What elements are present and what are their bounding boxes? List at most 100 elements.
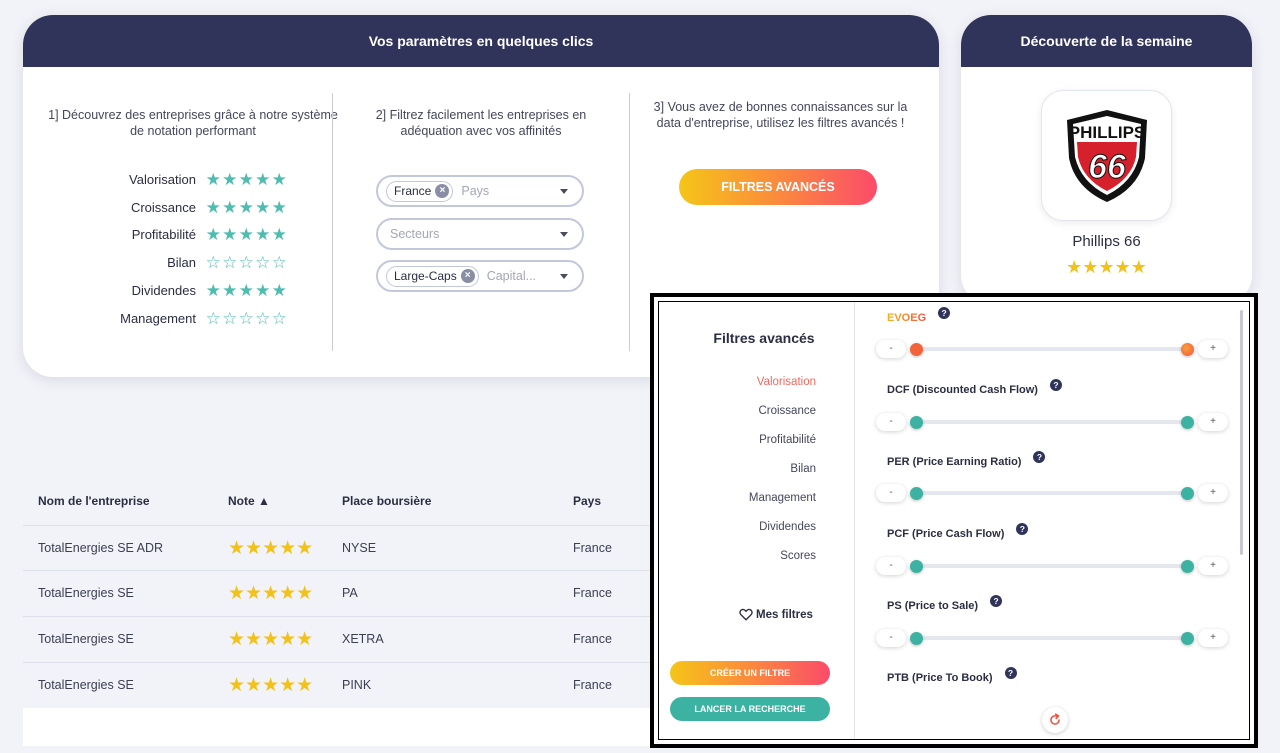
company-logo[interactable]: PHILLIPS 66	[1041, 90, 1172, 221]
cell-name[interactable]: TotalEnergies SE	[38, 632, 134, 646]
create-filter-button[interactable]: CRÉER UN FILTRE	[670, 661, 830, 685]
cell-name[interactable]: TotalEnergies SE	[38, 586, 134, 600]
table-row[interactable]: TotalEnergies SE ★★★★★ XETRA France	[23, 616, 663, 662]
slider-track[interactable]	[916, 420, 1188, 424]
star-filled-icon[interactable]: ★	[222, 282, 239, 299]
star-outline-icon[interactable]: ☆	[205, 310, 222, 327]
help-icon[interactable]: ?	[1049, 379, 1062, 391]
star-filled-icon[interactable]: ★	[205, 171, 222, 188]
slider-max-handle[interactable]	[1181, 343, 1194, 356]
decrease-button[interactable]: -	[876, 340, 906, 358]
help-icon[interactable]: ?	[1033, 451, 1046, 463]
cell-name[interactable]: TotalEnergies SE	[38, 678, 134, 692]
star-filled-icon[interactable]: ★	[255, 171, 272, 188]
star-filled-icon[interactable]: ★	[238, 282, 255, 299]
column-header-note[interactable]: Note ▲	[228, 494, 270, 508]
rating-stars[interactable]: ★ ★ ★ ★ ★	[205, 171, 288, 188]
cell-name[interactable]: TotalEnergies SE ADR	[38, 541, 163, 555]
increase-button[interactable]: +	[1198, 484, 1228, 502]
star-outline-icon[interactable]: ☆	[255, 310, 272, 327]
star-filled-icon[interactable]: ★	[205, 226, 222, 243]
star-outline-icon[interactable]: ☆	[222, 310, 239, 327]
rating-row[interactable]: Profitabilité ★ ★ ★ ★ ★	[48, 224, 348, 244]
rating-row[interactable]: Management ☆ ☆ ☆ ☆ ☆	[48, 308, 348, 328]
star-filled-icon[interactable]: ★	[222, 199, 239, 216]
slider-track[interactable]	[916, 491, 1188, 495]
help-icon[interactable]: ?	[1016, 523, 1029, 535]
slider-min-handle[interactable]	[910, 560, 923, 573]
slider-min-handle[interactable]	[910, 487, 923, 500]
slider-max-handle[interactable]	[1181, 487, 1194, 500]
slider-max-handle[interactable]	[1181, 632, 1194, 645]
column-header-country[interactable]: Pays	[573, 494, 601, 508]
rating-row[interactable]: Croissance ★ ★ ★ ★ ★	[48, 197, 348, 217]
table-row[interactable]: TotalEnergies SE ★★★★★ PINK France	[23, 662, 663, 708]
star-filled-icon[interactable]: ★	[255, 282, 272, 299]
nav-bilan[interactable]: Bilan	[790, 463, 816, 475]
star-outline-icon[interactable]: ☆	[222, 254, 239, 271]
per-range-slider[interactable]: - +	[876, 484, 1228, 504]
help-icon[interactable]: ?	[938, 307, 951, 319]
ps-range-slider[interactable]: - +	[876, 629, 1228, 649]
increase-button[interactable]: +	[1198, 340, 1228, 358]
nav-dividendes[interactable]: Dividendes	[759, 521, 816, 533]
criteria-scrollbar[interactable]	[1240, 310, 1243, 555]
rating-stars[interactable]: ★ ★ ★ ★ ★	[205, 226, 288, 243]
rating-stars[interactable]: ★ ★ ★ ★ ★	[205, 199, 288, 216]
dcf-range-slider[interactable]: - +	[876, 413, 1228, 433]
star-filled-icon[interactable]: ★	[238, 199, 255, 216]
star-filled-icon[interactable]: ★	[271, 226, 288, 243]
slider-min-handle[interactable]	[910, 343, 923, 356]
column-header-exchange[interactable]: Place boursière	[342, 494, 431, 508]
slider-track[interactable]	[916, 636, 1188, 640]
nav-croissance[interactable]: Croissance	[758, 405, 816, 417]
sector-select[interactable]: Secteurs	[376, 218, 584, 250]
star-filled-icon[interactable]: ★	[238, 171, 255, 188]
nav-management[interactable]: Management	[749, 492, 816, 504]
slider-min-handle[interactable]	[910, 416, 923, 429]
slider-max-handle[interactable]	[1181, 560, 1194, 573]
star-filled-icon[interactable]: ★	[205, 282, 222, 299]
star-outline-icon[interactable]: ☆	[255, 254, 272, 271]
help-icon[interactable]: ?	[990, 595, 1003, 607]
star-outline-icon[interactable]: ☆	[238, 310, 255, 327]
capitalization-select[interactable]: Large-Caps × Capital...	[376, 260, 584, 292]
decrease-button[interactable]: -	[876, 413, 906, 431]
star-outline-icon[interactable]: ☆	[271, 310, 288, 327]
reset-button[interactable]	[1042, 707, 1068, 733]
launch-search-button[interactable]: LANCER LA RECHERCHE	[670, 697, 830, 721]
help-icon[interactable]: ?	[1004, 667, 1017, 679]
discovery-company-name[interactable]: Phillips 66	[961, 233, 1252, 250]
star-outline-icon[interactable]: ☆	[205, 254, 222, 271]
nav-valorisation[interactable]: Valorisation	[757, 376, 816, 388]
table-row[interactable]: TotalEnergies SE ★★★★★ PA France	[23, 570, 663, 616]
my-filters-link[interactable]: Mes filtres	[739, 608, 813, 621]
slider-track[interactable]	[916, 564, 1188, 568]
star-outline-icon[interactable]: ☆	[238, 254, 255, 271]
decrease-button[interactable]: -	[876, 629, 906, 647]
rating-row[interactable]: Valorisation ★ ★ ★ ★ ★	[48, 169, 348, 189]
star-filled-icon[interactable]: ★	[222, 171, 239, 188]
star-filled-icon[interactable]: ★	[271, 171, 288, 188]
decrease-button[interactable]: -	[876, 557, 906, 575]
remove-chip-icon[interactable]: ×	[460, 269, 475, 283]
star-filled-icon[interactable]: ★	[205, 199, 222, 216]
nav-profitabilite[interactable]: Profitabilité	[759, 434, 816, 446]
pcf-range-slider[interactable]: - +	[876, 557, 1228, 577]
country-chip[interactable]: France ×	[386, 180, 454, 202]
increase-button[interactable]: +	[1198, 557, 1228, 575]
rating-row[interactable]: Bilan ☆ ☆ ☆ ☆ ☆	[48, 252, 348, 272]
cap-chip[interactable]: Large-Caps ×	[386, 265, 479, 287]
rating-stars[interactable]: ☆ ☆ ☆ ☆ ☆	[205, 254, 288, 271]
star-filled-icon[interactable]: ★	[255, 199, 272, 216]
evoeg-range-slider[interactable]: - +	[876, 340, 1228, 360]
star-filled-icon[interactable]: ★	[271, 282, 288, 299]
table-row[interactable]: TotalEnergies SE ADR ★★★★★ NYSE France	[23, 525, 663, 571]
star-filled-icon[interactable]: ★	[222, 226, 239, 243]
increase-button[interactable]: +	[1198, 413, 1228, 431]
rating-row[interactable]: Dividendes ★ ★ ★ ★ ★	[48, 280, 348, 300]
decrease-button[interactable]: -	[876, 484, 906, 502]
rating-stars[interactable]: ☆ ☆ ☆ ☆ ☆	[205, 310, 288, 327]
star-filled-icon[interactable]: ★	[255, 226, 272, 243]
remove-chip-icon[interactable]: ×	[435, 184, 450, 198]
